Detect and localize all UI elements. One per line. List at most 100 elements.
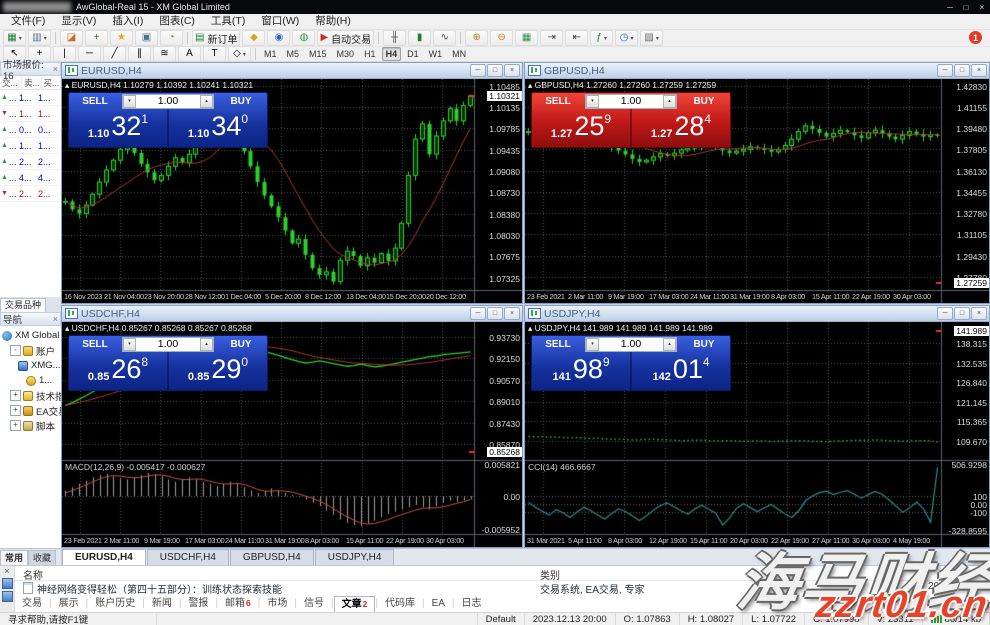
navigator-button[interactable]: ★ (110, 30, 133, 46)
lot-size-field[interactable]: ▾1.00▴ (122, 94, 214, 109)
timeframe-w1-button[interactable]: W1 (425, 47, 447, 61)
tree-expander[interactable]: + (10, 420, 21, 431)
timeframe-h4-button[interactable]: H4 (382, 47, 402, 61)
navigator-tab-1[interactable]: 收藏 (28, 550, 56, 565)
sell-button[interactable]: SELL (69, 96, 121, 107)
text-button[interactable]: A (178, 46, 201, 62)
indicators-button[interactable]: ƒ▾ (590, 30, 613, 46)
tree-expander[interactable]: + (10, 390, 21, 401)
buy-price[interactable]: 1.10340 (169, 109, 267, 147)
equidistant-channel-button[interactable]: ∥ (128, 46, 151, 62)
horizontal-line-button[interactable]: ─ (78, 46, 101, 62)
sell-button[interactable]: SELL (69, 339, 121, 350)
templates-button[interactable]: ▨▾ (640, 30, 663, 46)
tile-windows-button[interactable]: ▦ (515, 30, 538, 46)
terminal-tab-6[interactable]: 市场 (260, 596, 294, 611)
lot-increase-button[interactable]: ▴ (200, 338, 213, 351)
community-button[interactable]: ◉ (267, 30, 290, 46)
sell-button[interactable]: SELL (532, 339, 584, 350)
tree-expander[interactable]: - (10, 345, 21, 356)
nav-node-indicators[interactable]: +技术指标 (0, 388, 61, 403)
terminal-tab-4[interactable]: 警报 (181, 596, 215, 611)
buy-price[interactable]: 0.85290 (169, 352, 267, 390)
zoom-out-button[interactable]: ⊖ (490, 30, 513, 46)
periods-button[interactable]: ◷▾ (615, 30, 638, 46)
website-button[interactable]: ◍ (292, 30, 315, 46)
article-row[interactable]: 神经网络变得轻松（第四十五部分）：训练状态探索技能 交易系统, EA交易, 专家… (15, 580, 990, 595)
terminal-tab-0[interactable]: 交易 (15, 596, 49, 611)
chart-window-titlebar[interactable]: USDJPY,H4─□× (525, 306, 989, 322)
chart-tab-usdchf-h4[interactable]: USDCHF,H4 (147, 549, 229, 565)
chart-restore-button[interactable]: □ (487, 307, 503, 320)
close-icon[interactable]: × (53, 65, 58, 74)
nav-node-globe[interactable]: XM Global (0, 328, 61, 343)
sell-price[interactable]: 141989 (532, 352, 630, 390)
chart-minimize-button[interactable]: ─ (937, 64, 953, 77)
terminal-tab-2[interactable]: 账户历史 (88, 596, 142, 611)
vertical-line-button[interactable]: | (53, 46, 76, 62)
zoom-in-button[interactable]: ⊕ (465, 30, 488, 46)
article-title[interactable]: 神经网络变得轻松（第四十五部分）：训练状态探索技能 (37, 581, 282, 596)
nav-node-server[interactable]: XMG... (0, 358, 61, 373)
menu-item-5[interactable]: 窗口(W) (253, 14, 307, 29)
text-label-button[interactable]: T (203, 46, 226, 62)
terminal-tab-3[interactable]: 新闻 (145, 596, 179, 611)
timeframe-m1-button[interactable]: M1 (260, 47, 281, 61)
lot-size-field[interactable]: ▾1.00▴ (122, 337, 214, 352)
autotrading-button[interactable]: ▶自动交易 (317, 30, 374, 46)
nav-node-scripts[interactable]: +脚本 (0, 418, 61, 433)
timeframe-m5-button[interactable]: M5 (283, 47, 304, 61)
lot-decrease-button[interactable]: ▾ (123, 95, 136, 108)
menu-item-4[interactable]: 工具(T) (203, 14, 253, 29)
buy-button[interactable]: BUY (215, 96, 267, 107)
market-watch-row[interactable]: ▼...2...2... (0, 186, 61, 202)
terminal-tab-10[interactable]: EA (425, 596, 452, 611)
sell-price[interactable]: 1.27259 (532, 109, 630, 147)
profiles-button[interactable]: ▥▾ (28, 30, 51, 46)
menu-item-1[interactable]: 显示(V) (53, 14, 104, 29)
chart-minimize-button[interactable]: ─ (470, 64, 486, 77)
chart-shift-button[interactable]: ⇤ (565, 30, 588, 46)
chart-restore-button[interactable]: □ (487, 64, 503, 77)
chart-tab-gbpusd-h4[interactable]: GBPUSD,H4 (230, 549, 314, 565)
notifications-badge[interactable]: 1 (969, 31, 982, 44)
terminal-side-icon[interactable] (2, 591, 13, 602)
terminal-side-icon[interactable] (2, 578, 13, 589)
timeframe-m30-button[interactable]: M30 (333, 47, 359, 61)
nav-node-ea[interactable]: +EA交易 (0, 403, 61, 418)
maximize-button[interactable]: □ (958, 1, 974, 13)
timeframe-mn-button[interactable]: MN (448, 47, 470, 61)
sell-button[interactable]: SELL (532, 96, 584, 107)
new-chart-button[interactable]: ▦▾ (3, 30, 26, 46)
chart-tab-usdjpy-h4[interactable]: USDJPY,H4 (315, 549, 395, 565)
chart-close-button[interactable]: × (504, 64, 520, 77)
fibonacci-button[interactable]: ≋ (153, 46, 176, 62)
data-window-button[interactable]: + (85, 30, 108, 46)
market-watch-row[interactable]: ▲...1...1... (0, 90, 61, 106)
timeframe-h1-button[interactable]: H1 (360, 47, 380, 61)
chart-minimize-button[interactable]: ─ (937, 307, 953, 320)
tab-symbols[interactable]: 交易品种 (0, 298, 46, 312)
sell-price[interactable]: 1.10321 (69, 109, 167, 147)
close-icon[interactable]: × (4, 567, 9, 576)
terminal-tab-9[interactable]: 代码库 (378, 596, 422, 611)
chart-restore-button[interactable]: □ (954, 64, 970, 77)
auto-scroll-button[interactable]: ⇥ (540, 30, 563, 46)
chart-window-titlebar[interactable]: EURUSD,H4─□× (62, 63, 522, 79)
chart-close-button[interactable]: × (504, 307, 520, 320)
timeframe-d1-button[interactable]: D1 (403, 47, 423, 61)
buy-price[interactable]: 1.27284 (632, 109, 730, 147)
menu-item-0[interactable]: 文件(F) (3, 14, 53, 29)
candlestick-chart-button[interactable]: ▮ (408, 30, 431, 46)
navigator-tab-0[interactable]: 常用 (0, 550, 28, 565)
terminal-tab-11[interactable]: 日志 (455, 596, 489, 611)
buy-price[interactable]: 142014 (632, 352, 730, 390)
buy-button[interactable]: BUY (215, 339, 267, 350)
lot-decrease-button[interactable]: ▾ (123, 338, 136, 351)
timeframe-m15-button[interactable]: M15 (305, 47, 331, 61)
menu-item-6[interactable]: 帮助(H) (307, 14, 359, 29)
menu-item-3[interactable]: 图表(C) (151, 14, 203, 29)
trendline-button[interactable]: ╱ (103, 46, 126, 62)
minimize-button[interactable]: ─ (942, 1, 958, 13)
chart-close-button[interactable]: × (971, 64, 987, 77)
